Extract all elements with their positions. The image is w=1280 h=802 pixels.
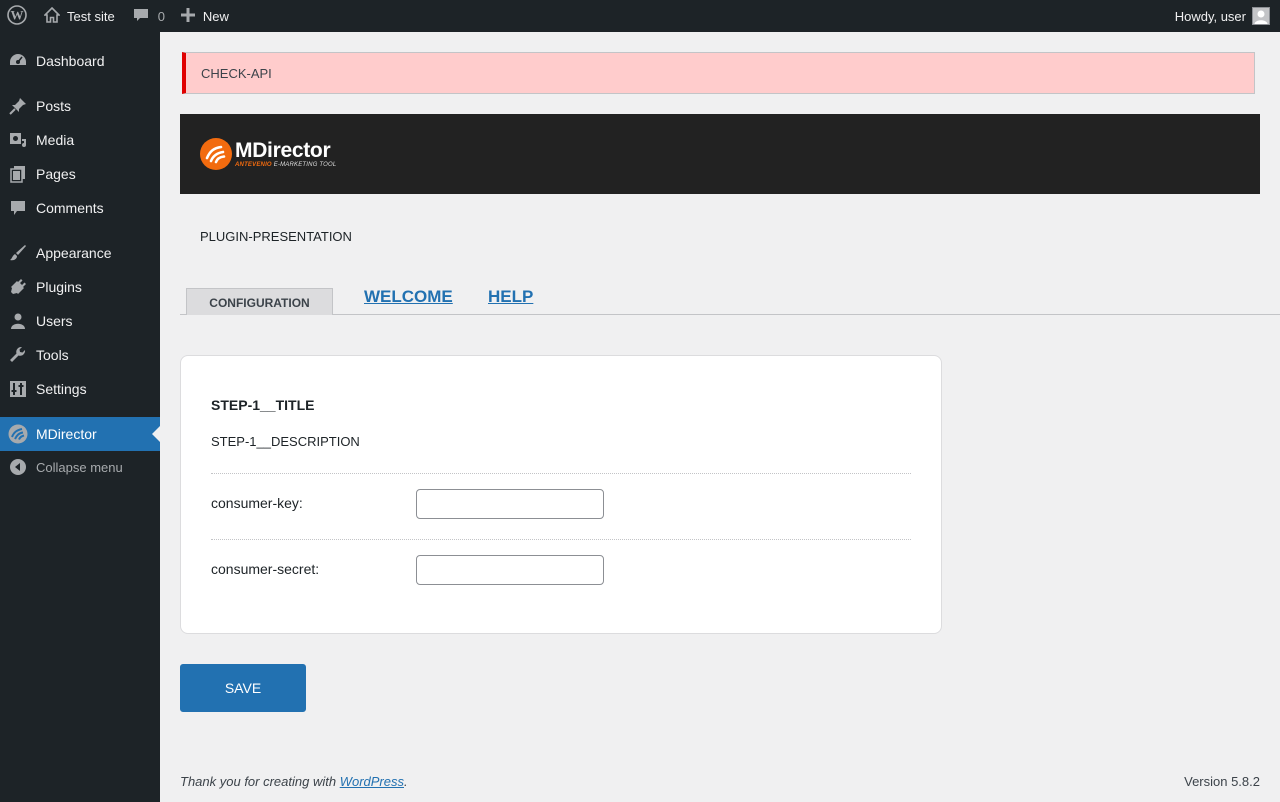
- sidebar-item-label: Settings: [36, 381, 87, 397]
- consumer-secret-input[interactable]: [416, 555, 604, 585]
- plugin-presentation-text: PLUGIN-PRESENTATION: [200, 229, 352, 244]
- logo-tagline: ANTEVENIO E-MARKETING TOOL: [235, 161, 337, 168]
- wordpress-logo-button[interactable]: W: [0, 0, 34, 32]
- step-title: STEP-1__TITLE: [211, 397, 315, 413]
- consumer-key-label: consumer-key:: [211, 495, 303, 511]
- sidebar-item-media[interactable]: Media: [0, 123, 160, 157]
- sidebar-item-tools[interactable]: Tools: [0, 338, 160, 372]
- user-icon: [0, 312, 36, 330]
- sidebar-item-label: Comments: [36, 200, 104, 216]
- plugin-banner: MDirector ANTEVENIO E-MARKETING TOOL: [180, 114, 1260, 194]
- new-label: New: [202, 8, 229, 24]
- admin-sidebar: Dashboard Posts Media Pages Comments App…: [0, 32, 160, 802]
- sidebar-item-pages[interactable]: Pages: [0, 157, 160, 191]
- wrench-icon: [0, 346, 36, 364]
- wordpress-logo-icon: W: [7, 4, 27, 28]
- pages-icon: [0, 165, 36, 183]
- mdirector-logo-icon: [200, 138, 232, 170]
- plus-icon: [180, 7, 195, 25]
- tab-help[interactable]: HELP: [488, 287, 533, 307]
- collapse-menu-button[interactable]: Collapse menu: [0, 450, 160, 484]
- save-button[interactable]: SAVE: [180, 664, 306, 712]
- home-icon: [43, 6, 61, 26]
- divider: [211, 539, 911, 540]
- consumer-secret-label: consumer-secret:: [211, 561, 320, 577]
- new-content-link[interactable]: New: [173, 0, 237, 32]
- admin-bar: W Test site 0 New Howdy, user: [0, 0, 1280, 32]
- sidebar-item-label: Users: [36, 313, 73, 329]
- plug-icon: [0, 278, 36, 296]
- sidebar-item-settings[interactable]: Settings: [0, 372, 160, 406]
- sidebar-item-label: Dashboard: [36, 53, 105, 69]
- sidebar-item-label: Tools: [36, 347, 69, 363]
- sidebar-item-label: Pages: [36, 166, 76, 182]
- comments-link[interactable]: 0: [123, 0, 173, 32]
- sidebar-item-plugins[interactable]: Plugins: [0, 270, 160, 304]
- collapse-menu-label: Collapse menu: [36, 459, 123, 475]
- sidebar-item-label: Plugins: [36, 279, 82, 295]
- sidebar-item-dashboard[interactable]: Dashboard: [0, 44, 160, 78]
- tab-configuration[interactable]: CONFIGURATION: [186, 288, 333, 315]
- avatar: [1252, 7, 1270, 25]
- brush-icon: [0, 244, 36, 262]
- mdirector-icon: [0, 424, 36, 444]
- site-name-label: Test site: [67, 8, 115, 24]
- footer-version: Version 5.8.2: [1184, 774, 1260, 789]
- sidebar-item-users[interactable]: Users: [0, 304, 160, 338]
- divider: [211, 473, 911, 474]
- sliders-icon: [0, 380, 36, 398]
- media-icon: [0, 131, 36, 149]
- sidebar-item-label: Appearance: [36, 245, 112, 261]
- comments-count: 0: [157, 8, 165, 24]
- notice-text: CHECK-API: [201, 65, 272, 81]
- logo-name: MDirector: [235, 138, 331, 162]
- pin-icon: [0, 97, 36, 115]
- site-name-link[interactable]: Test site: [34, 0, 123, 32]
- config-card: STEP-1__TITLE STEP-1__DESCRIPTION consum…: [180, 355, 942, 634]
- sidebar-item-appearance[interactable]: Appearance: [0, 236, 160, 270]
- step-description: STEP-1__DESCRIPTION: [211, 434, 360, 449]
- account-menu[interactable]: Howdy, user: [1167, 0, 1280, 32]
- comment-icon: [0, 199, 36, 217]
- svg-text:W: W: [11, 7, 24, 22]
- mdirector-logo: MDirector ANTEVENIO E-MARKETING TOOL: [200, 138, 336, 170]
- sidebar-item-label: Media: [36, 132, 75, 148]
- tab-bar: CONFIGURATION WELCOME HELP: [180, 280, 1280, 315]
- collapse-arrow-icon: [0, 458, 36, 476]
- check-api-notice: CHECK-API: [182, 52, 1255, 94]
- tab-welcome[interactable]: WELCOME: [364, 287, 453, 307]
- footer-thanks: Thank you for creating with WordPress.: [180, 774, 408, 789]
- sidebar-item-posts[interactable]: Posts: [0, 89, 160, 123]
- sidebar-item-label: MDirector: [36, 426, 97, 442]
- dashboard-icon: [0, 52, 36, 70]
- sidebar-item-comments[interactable]: Comments: [0, 191, 160, 225]
- sidebar-item-mdirector[interactable]: MDirector: [0, 417, 160, 451]
- sidebar-item-label: Posts: [36, 98, 72, 114]
- consumer-key-input[interactable]: [416, 489, 604, 519]
- comment-bubble-icon: [133, 7, 149, 26]
- wordpress-link[interactable]: WordPress: [340, 774, 404, 789]
- howdy-label: Howdy, user: [1174, 8, 1246, 24]
